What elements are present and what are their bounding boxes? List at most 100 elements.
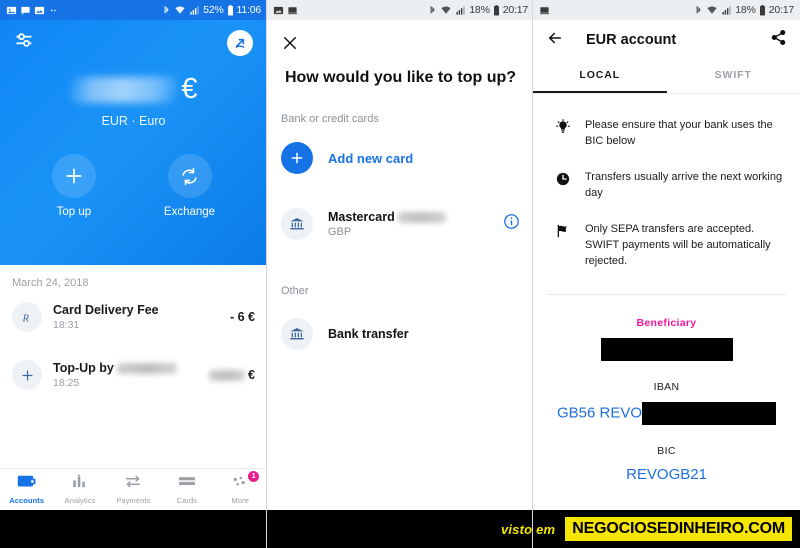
sidebar-item-more[interactable]: 1 More <box>214 471 266 505</box>
wifi-icon <box>440 5 452 16</box>
dots-icon <box>233 476 246 486</box>
exchange-label: Exchange <box>163 206 216 218</box>
mastercard-row[interactable]: Mastercard GBP <box>267 197 534 251</box>
svg-text:R: R <box>21 313 29 324</box>
status-bar-right-icons: 52% 11:06 <box>162 4 261 16</box>
more-dots-icon <box>48 5 59 16</box>
panel-divider <box>266 0 267 548</box>
mastercard-currency: GBP <box>328 226 352 238</box>
page-title: EUR account <box>586 32 677 48</box>
back-arrow-icon[interactable] <box>546 29 564 52</box>
bic-field[interactable]: BIC REVOGB21 <box>533 445 800 483</box>
top-up-action[interactable]: Top up <box>51 154 96 218</box>
app-bar: EUR account <box>533 20 800 60</box>
bank-icon <box>281 318 313 350</box>
screen-icon <box>287 5 298 16</box>
bank-transfer-body: Bank transfer <box>328 327 520 341</box>
list-item: Only SEPA transfers are accepted. SWIFT … <box>549 212 784 280</box>
add-new-card-row[interactable]: Add new card <box>267 131 534 185</box>
clock-label: 20:17 <box>768 4 794 16</box>
clock-label: 11:06 <box>236 4 262 16</box>
iban-visible-part: GB56 REVO <box>556 404 643 422</box>
wifi-icon <box>174 5 186 16</box>
accounts-toolbar <box>0 20 267 65</box>
info-icon[interactable] <box>503 213 520 235</box>
revolut-r-icon: R <box>12 302 42 332</box>
mastercard-number-redaction <box>397 211 446 223</box>
share-icon[interactable] <box>770 29 787 51</box>
clock-label: 20:17 <box>502 4 528 16</box>
sidebar-item-payments[interactable]: Payments <box>107 474 159 505</box>
tab-local[interactable]: LOCAL <box>533 60 667 93</box>
wallet-icon <box>17 475 36 487</box>
status-bar-left-icons <box>273 5 298 16</box>
sliders-icon[interactable] <box>14 30 34 55</box>
photo-icon <box>34 5 45 16</box>
balance-amount-redacted <box>69 76 178 103</box>
divider <box>547 293 786 295</box>
transaction-title: Top-Up by <box>53 361 114 375</box>
section-heading-other: Other <box>281 285 309 297</box>
iban-value: GB56 REVO <box>533 401 800 425</box>
beneficiary-redaction <box>600 337 733 361</box>
transaction-time: 18:31 <box>53 319 80 331</box>
sidebar-item-cards[interactable]: Cards <box>161 474 213 505</box>
phone-panel-accounts: 52% 11:06 € EUR · Euro Top up Exchange M… <box>0 0 267 548</box>
exchange-icon <box>167 154 212 198</box>
exchange-action[interactable]: Exchange <box>164 154 215 218</box>
status-bar-middle: 18% 20:17 <box>267 0 534 20</box>
sidebar-item-analytics[interactable]: Analytics <box>54 474 106 505</box>
status-bar-right-icons: 18% 20:17 <box>694 4 794 16</box>
battery-percent-label: 18% <box>735 4 756 16</box>
info-list: Please ensure that your bank uses the BI… <box>533 94 800 286</box>
list-item-label: Transfers usually arrive the next workin… <box>585 170 783 199</box>
plus-icon <box>12 360 42 390</box>
mastercard-body: Mastercard GBP <box>328 210 503 238</box>
list-item: Please ensure that your bank uses the BI… <box>549 108 784 160</box>
battery-percent-label: 52% <box>203 4 224 16</box>
plus-icon <box>281 142 313 174</box>
phone-panel-eur-account: 18% 20:17 EUR account LOCAL SWIFT Please… <box>533 0 800 548</box>
beneficiary-label: Beneficiary <box>636 316 697 329</box>
battery-icon <box>227 4 234 16</box>
screenshot-root: 52% 11:06 € EUR · Euro Top up Exchange M… <box>0 0 800 548</box>
battery-icon <box>759 4 766 16</box>
transfer-icon <box>126 475 141 488</box>
sidebar-item-label: Cards <box>176 496 198 505</box>
clock-icon <box>549 170 577 187</box>
sidebar-item-label: Payments <box>116 496 151 505</box>
iban-field[interactable]: IBAN GB56 REVO <box>533 381 800 425</box>
bluetooth-icon <box>694 5 703 16</box>
balance-block: € EUR · Euro <box>0 73 267 128</box>
status-badge: 1 <box>248 471 260 482</box>
profile-arrow-icon[interactable] <box>227 29 253 56</box>
bank-transfer-row[interactable]: Bank transfer <box>267 307 534 361</box>
sidebar-item-label: Accounts <box>9 496 45 505</box>
wifi-icon <box>706 5 718 16</box>
close-icon[interactable] <box>267 20 534 57</box>
bars-icon <box>73 474 85 488</box>
table-row[interactable]: Top-Up by 18:25 € <box>0 353 267 397</box>
sidebar-item-accounts[interactable]: Accounts <box>1 474 53 505</box>
status-bar-right: 18% 20:17 <box>533 0 800 20</box>
account-tabs: LOCAL SWIFT <box>533 60 800 93</box>
bluetooth-icon <box>428 5 437 16</box>
card-icon <box>178 477 195 486</box>
section-heading-cards: Bank or credit cards <box>281 113 379 125</box>
transaction-amount: - 6 € <box>229 310 255 324</box>
transaction-body: Card Delivery Fee 18:31 <box>53 303 230 331</box>
watermark-site: NEGOCIOSEDINHEIRO.COM <box>565 517 792 541</box>
battery-percent-label: 18% <box>469 4 490 16</box>
lightbulb-icon <box>549 118 577 135</box>
account-hero: € EUR · Euro Top up Exchange <box>0 20 267 265</box>
tab-swift[interactable]: SWIFT <box>667 60 800 93</box>
status-bar-left-icons <box>539 5 550 16</box>
bottom-navigation: Accounts Analytics Payments Cards 1 More <box>0 468 267 510</box>
bluetooth-icon <box>162 5 171 16</box>
iban-label: IBAN <box>653 380 680 393</box>
add-new-card-label: Add new card <box>328 150 414 166</box>
signal-icon <box>189 5 200 16</box>
table-row[interactable]: R Card Delivery Fee 18:31 - 6 € <box>0 295 267 339</box>
bank-transfer-label: Bank transfer <box>328 327 409 341</box>
plus-icon <box>51 154 96 198</box>
